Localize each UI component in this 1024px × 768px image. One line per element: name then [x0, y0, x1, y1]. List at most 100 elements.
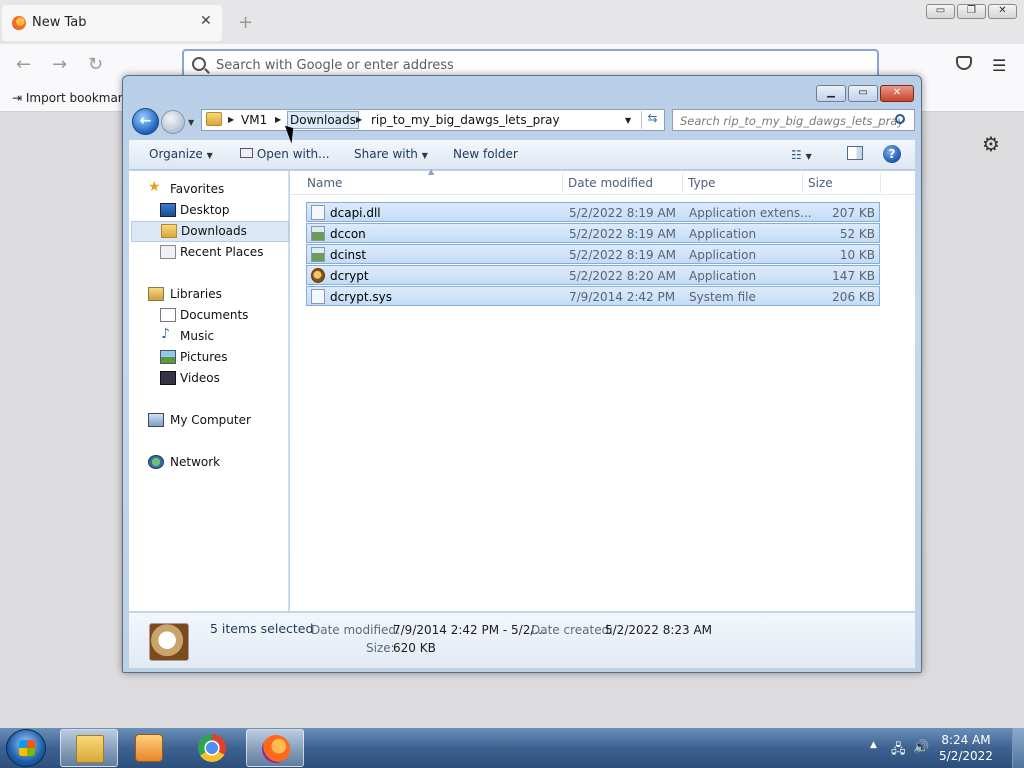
table-row[interactable]: dccon 5/2/2022 8:19 AM Application 52 KB [306, 223, 880, 243]
history-dropdown-icon[interactable]: ▼ [188, 118, 194, 127]
network-tray-icon[interactable]: 🖧 [891, 740, 906, 762]
browser-close-button[interactable]: ✕ [988, 4, 1017, 19]
new-folder-button[interactable]: New folder [453, 147, 518, 161]
preview-pane-icon[interactable] [847, 146, 863, 160]
nav-my-computer[interactable]: My Computer [129, 410, 287, 431]
chevron-right-icon[interactable]: ▶ [356, 115, 362, 124]
size-label: Size: [366, 641, 395, 655]
close-button[interactable]: ✕ [880, 85, 914, 102]
maximize-button[interactable]: ▭ [848, 85, 878, 102]
nav-pictures[interactable]: Pictures [129, 347, 287, 368]
show-desktop-button[interactable] [1012, 728, 1024, 768]
column-divider[interactable] [562, 173, 563, 193]
column-divider[interactable] [682, 173, 683, 193]
tab-close-icon[interactable]: ✕ [200, 13, 212, 29]
volume-icon[interactable]: 🔊 [913, 740, 929, 755]
taskbar-firefox[interactable] [246, 729, 304, 767]
column-type[interactable]: Type [688, 176, 716, 190]
application-icon [311, 226, 325, 241]
file-name: dcrypt.sys [330, 290, 392, 304]
browser-restore-button[interactable]: ❐ [957, 4, 986, 19]
nav-desktop[interactable]: Desktop [129, 200, 287, 221]
folder-icon [206, 112, 222, 126]
column-divider[interactable] [802, 173, 803, 193]
column-date-modified[interactable]: Date modified [568, 176, 653, 190]
forward-arrow-icon[interactable]: → [52, 54, 67, 75]
column-name[interactable]: Name [307, 176, 342, 190]
table-row[interactable]: dcinst 5/2/2022 8:19 AM Application 10 K… [306, 244, 880, 264]
crumb-vm1[interactable]: VM1 [241, 113, 267, 127]
file-type: Application [689, 269, 757, 283]
table-row[interactable]: dcrypt.sys 7/9/2014 2:42 PM System file … [306, 286, 880, 306]
nav-recent-places[interactable]: Recent Places [129, 242, 287, 263]
file-size: 206 KB [832, 290, 875, 304]
column-divider[interactable] [880, 173, 881, 193]
size-value: 620 KB [393, 641, 436, 655]
nav-network[interactable]: Network [129, 452, 287, 473]
windows-logo-icon [19, 740, 35, 756]
selection-thumbnail-icon [149, 623, 189, 661]
table-row[interactable]: dcapi.dll 5/2/2022 8:19 AM Application e… [306, 202, 880, 222]
show-hidden-icons[interactable]: ▲ [870, 740, 877, 750]
desktop-icon [160, 203, 176, 217]
taskbar-chrome[interactable] [183, 729, 241, 767]
settings-gear-icon[interactable]: ⚙ [982, 132, 1000, 156]
minimize-button[interactable]: ▁ [816, 85, 846, 102]
nav-favorites[interactable]: ★ Favorites [129, 179, 287, 200]
browser-minimize-button[interactable]: ▭ [926, 4, 955, 19]
import-bookmarks-link[interactable]: ⇥ Import bookmark [12, 91, 130, 105]
chevron-right-icon[interactable]: ▶ [275, 115, 281, 124]
nav-libraries-label: Libraries [170, 287, 222, 301]
nav-videos[interactable]: Videos [129, 368, 287, 389]
file-date: 5/2/2022 8:19 AM [569, 206, 677, 220]
table-row[interactable]: dcrypt 5/2/2022 8:20 AM Application 147 … [306, 265, 880, 285]
url-placeholder: Search with Google or enter address [216, 58, 454, 73]
clock[interactable]: 8:24 AM 5/2/2022 [930, 732, 1002, 764]
back-arrow-icon[interactable]: ← [16, 54, 31, 75]
command-bar: Organize ▼ Open with... Share with ▼ New… [129, 140, 915, 170]
open-with-button[interactable]: Open with... [240, 147, 330, 161]
menu-icon[interactable]: ☰ [992, 56, 1006, 75]
address-dropdown-icon[interactable]: ▼ [625, 116, 631, 125]
help-icon[interactable]: ? [883, 145, 901, 163]
network-icon [148, 455, 164, 469]
new-tab-button[interactable]: + [238, 12, 253, 33]
refresh-icon[interactable]: ⇆ [641, 111, 663, 129]
reload-icon[interactable]: ↻ [88, 54, 103, 75]
start-button[interactable] [6, 729, 46, 767]
crumb-downloads[interactable]: Downloads [287, 111, 359, 129]
tab-new-tab[interactable]: New Tab ✕ [2, 5, 222, 41]
back-button[interactable]: ← [132, 108, 159, 135]
crumb-current-folder[interactable]: rip_to_my_big_dawgs_lets_pray [371, 113, 560, 127]
organize-button[interactable]: Organize ▼ [149, 147, 213, 161]
clock-date: 5/2/2022 [939, 749, 993, 763]
column-size[interactable]: Size [808, 176, 833, 190]
nav-downloads-label: Downloads [181, 224, 247, 238]
navigation-pane: ★ Favorites Desktop Downloads Recent Pla… [129, 171, 289, 611]
file-date: 5/2/2022 8:20 AM [569, 269, 677, 283]
forward-button[interactable] [161, 110, 185, 134]
nav-music[interactable]: ♪ Music [129, 326, 287, 347]
taskbar-explorer[interactable] [60, 729, 118, 767]
computer-icon [148, 413, 164, 427]
share-with-button[interactable]: Share with ▼ [354, 147, 428, 161]
address-bar[interactable]: ▶ VM1 ▶ Downloads ▶ rip_to_my_big_dawgs_… [201, 109, 665, 131]
dcrypt-app-icon [311, 268, 325, 283]
nav-documents-label: Documents [180, 308, 249, 322]
nav-music-label: Music [180, 329, 215, 343]
nav-documents[interactable]: Documents [129, 305, 287, 326]
nav-downloads[interactable]: Downloads [131, 221, 289, 242]
firefox-icon [12, 16, 26, 30]
date-modified-value: 7/9/2014 2:42 PM - 5/2/... [393, 623, 546, 637]
chevron-down-icon: ▼ [206, 151, 213, 160]
file-type: System file [689, 290, 756, 304]
file-date: 7/9/2014 2:42 PM [569, 290, 676, 304]
nav-libraries[interactable]: Libraries [129, 284, 287, 305]
search-box[interactable]: Search rip_to_my_big_dawgs_lets_pray [672, 109, 915, 131]
chevron-right-icon[interactable]: ▶ [228, 115, 234, 124]
file-type: Application extens... [689, 206, 812, 220]
view-options-icon[interactable]: ☷ ▼ [791, 148, 812, 162]
taskbar-media-player[interactable] [120, 729, 178, 767]
file-date: 5/2/2022 8:19 AM [569, 227, 677, 241]
search-icon[interactable] [895, 114, 905, 124]
